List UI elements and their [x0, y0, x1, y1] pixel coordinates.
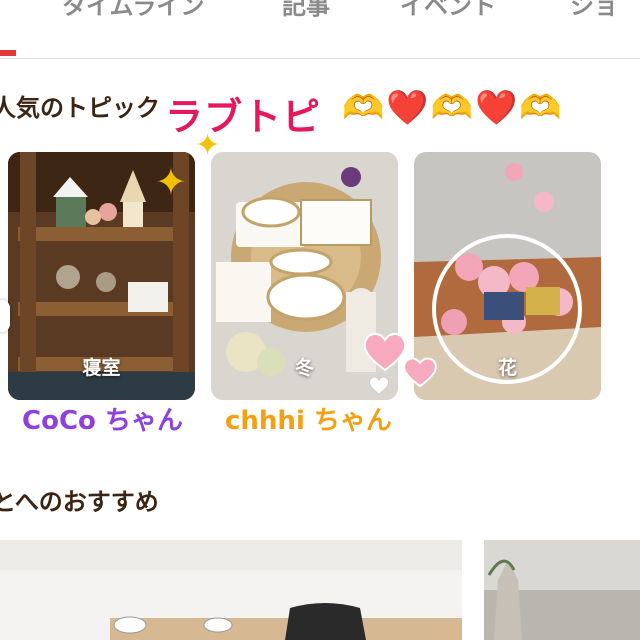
tab-articles[interactable]: 記事 [282, 0, 330, 21]
user-name-coco: CoCo ちゃん [22, 406, 183, 436]
topic-label-bedroom: 寝室 [82, 357, 121, 379]
tab-bar: タイムライン 記事 イベント ショ [0, 0, 640, 59]
active-tab-indicator [0, 50, 16, 56]
topic-label-flower: 花 [497, 357, 517, 379]
recommendation-photo[interactable] [0, 540, 462, 640]
popular-topics-title: 人気のトピック [0, 94, 160, 122]
heart-hands-emojis: 🫶❤️🫶❤️🫶 [342, 88, 564, 128]
recommendations-title: とへのおすすめ [0, 488, 159, 516]
tab-events[interactable]: イベント [400, 0, 496, 21]
love-topic-text: ラブトピ [165, 95, 322, 139]
recommendation-photo-2[interactable] [484, 540, 640, 640]
sparkle-icon: ✦ [155, 160, 187, 204]
tab-shop[interactable]: ショ [570, 0, 618, 21]
tab-timeline[interactable]: タイムライン [62, 0, 204, 21]
white-heart-icon [368, 376, 390, 395]
scroll-left-button[interactable] [0, 300, 10, 332]
sparkle-icon: ✦ [195, 128, 221, 163]
user-name-chhhi: chhhi ちゃん [225, 406, 392, 436]
pink-heart-icon [403, 357, 437, 388]
topic-card-flower[interactable]: 花 [414, 152, 601, 400]
